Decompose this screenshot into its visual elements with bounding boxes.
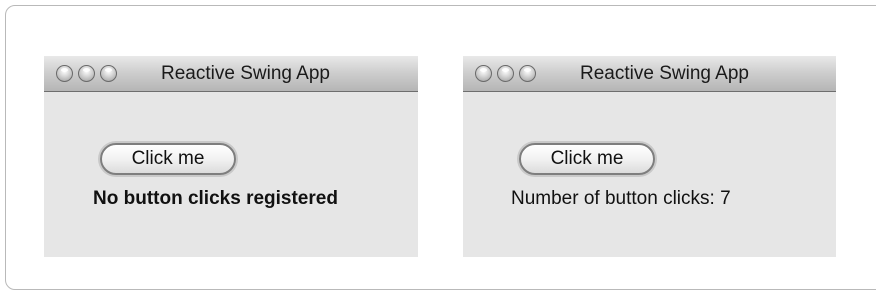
- close-icon[interactable]: [475, 65, 492, 82]
- window-title: Reactive Swing App: [161, 63, 330, 84]
- click-me-button[interactable]: Click me: [100, 143, 236, 175]
- zoom-icon[interactable]: [519, 65, 536, 82]
- window-titlebar[interactable]: Reactive Swing App: [463, 56, 836, 92]
- click-status-label: No button clicks registered: [93, 188, 338, 209]
- zoom-icon[interactable]: [100, 65, 117, 82]
- app-window-initial: Reactive Swing App Click me No button cl…: [44, 56, 418, 257]
- window-titlebar[interactable]: Reactive Swing App: [44, 56, 418, 92]
- app-window-after-clicks: Reactive Swing App Click me Number of bu…: [463, 56, 836, 257]
- click-count-label: Number of button clicks: 7: [511, 188, 731, 209]
- close-icon[interactable]: [56, 65, 73, 82]
- minimize-icon[interactable]: [78, 65, 95, 82]
- window-title: Reactive Swing App: [580, 63, 749, 84]
- minimize-icon[interactable]: [497, 65, 514, 82]
- click-me-button[interactable]: Click me: [519, 143, 655, 175]
